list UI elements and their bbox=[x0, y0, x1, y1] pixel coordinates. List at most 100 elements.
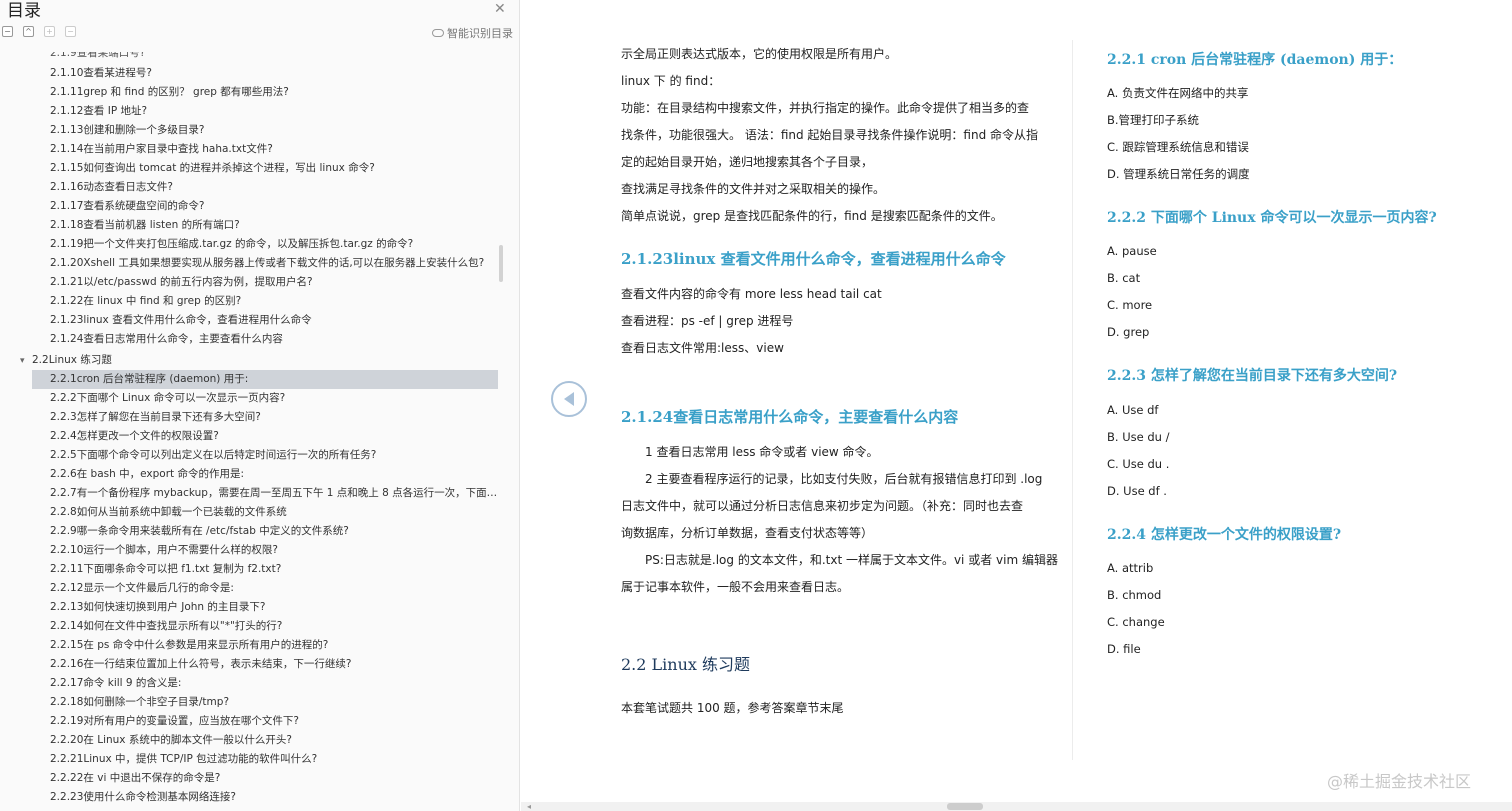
toc-item[interactable]: 2.1.17查看系统硬盘空间的命令? bbox=[32, 197, 498, 216]
toc-item[interactable]: 2.2.11下面哪条命令可以把 f1.txt 复制为 f2.txt? bbox=[32, 560, 498, 579]
option: D. 管理系统日常任务的调度 bbox=[1107, 167, 1250, 181]
toc-item[interactable]: 2.2.20在 Linux 系统中的脚本文件一般以什么开头? bbox=[32, 731, 498, 750]
document-view: 示全局正则表达式版本，它的使用权限是所有用户。 linux 下 的 find： … bbox=[521, 0, 1512, 811]
column-divider bbox=[1072, 40, 1073, 760]
paragraph: 示全局正则表达式版本，它的使用权限是所有用户。 bbox=[621, 47, 898, 61]
paragraph: 查找满足寻找条件的文件并对之采取相关的操作。 bbox=[621, 182, 886, 196]
toc-section-2-2[interactable]: ▾ 2.2Linux 练习题 bbox=[20, 351, 112, 370]
toc-item[interactable]: 2.2.3怎样了解您在当前目录下还有多大空间? bbox=[32, 408, 498, 427]
toc-item[interactable]: 2.2.7有一个备份程序 mybackup，需要在周一至周五下午 1 点和晚上 … bbox=[32, 484, 498, 503]
paragraph: PS:日志就是.log 的文本文件，和.txt 一样属于文本文件。vi 或者 v… bbox=[645, 553, 1058, 567]
toc-item[interactable]: 2.1.19把一个文件夹打包压缩成.tar.gz 的命令，以及解压拆包.tar.… bbox=[32, 235, 498, 254]
question-heading: 2.2.3 怎样了解您在当前目录下还有多大空间? bbox=[1107, 368, 1398, 384]
horizontal-scrollbar[interactable]: ◂ bbox=[521, 802, 1512, 811]
option: B. Use du / bbox=[1107, 430, 1170, 444]
question-heading: 2.2.2 下面哪个 Linux 命令可以一次显示一页内容? bbox=[1107, 210, 1437, 226]
toc-item[interactable]: 2.2.10运行一个脚本，用户不需要什么样的权限? bbox=[32, 541, 498, 560]
toc-item[interactable]: 2.1.15如何查询出 tomcat 的进程并杀掉这个进程，写出 linux 命… bbox=[32, 159, 498, 178]
paragraph: linux 下 的 find： bbox=[621, 74, 721, 88]
expand-all-icon[interactable]: ^ bbox=[23, 26, 34, 37]
option: C. Use du . bbox=[1107, 457, 1170, 471]
heading-2-1-24: 2.1.24查看日志常用什么命令，主要查看什么内容 bbox=[621, 408, 959, 426]
option: D. file bbox=[1107, 642, 1141, 656]
smart-toc-button[interactable]: 智能识别目录 bbox=[432, 25, 513, 41]
toc-item[interactable]: 2.1.20Xshell 工具如果想要实现从服务器上传或者下载文件的话,可以在服… bbox=[32, 254, 498, 273]
option: A. 负责文件在网络中的共享 bbox=[1107, 86, 1249, 100]
eye-icon bbox=[432, 29, 444, 37]
scrollbar-thumb[interactable] bbox=[947, 803, 983, 810]
toc-item[interactable]: 2.2.8如何从当前系统中卸载一个已装载的文件系统 bbox=[32, 503, 498, 522]
previous-page-button[interactable] bbox=[551, 381, 587, 417]
toc-item[interactable]: 2.1.10查看某进程号? bbox=[32, 64, 498, 83]
toc-item[interactable]: 2.2.18如何删除一个非空子目录/tmp? bbox=[32, 693, 498, 712]
toc-item[interactable]: 2.2.21Linux 中，提供 TCP/IP 包过滤功能的软件叫什么? bbox=[32, 750, 498, 769]
toc-item[interactable]: 2.2.4怎样更改一个文件的权限设置? bbox=[32, 427, 498, 446]
sidebar-title: 目录 bbox=[7, 1, 41, 21]
option: B. cat bbox=[1107, 271, 1141, 285]
option: C. 跟踪管理系统信息和错误 bbox=[1107, 140, 1249, 154]
toc-item[interactable]: 2.1.16动态查看日志文件? bbox=[32, 178, 498, 197]
paragraph: 本套笔试题共 100 题，参考答案章节末尾 bbox=[621, 701, 844, 715]
toc-item[interactable]: 2.2.2下面哪个 Linux 命令可以一次显示一页内容? bbox=[32, 389, 498, 408]
option: B. chmod bbox=[1107, 588, 1162, 602]
paragraph: 找条件，功能很强大。 语法：find 起始目录寻找条件操作说明：find 命令从… bbox=[621, 128, 1039, 142]
paragraph: 1 查看日志常用 less 命令或者 view 命令。 bbox=[645, 445, 879, 459]
watermark: @稀土掘金技术社区 bbox=[1327, 772, 1472, 791]
option: D. grep bbox=[1107, 325, 1150, 339]
toc-item[interactable]: 2.2.5下面哪个命令可以列出定义在以后特定时间运行一次的所有任务? bbox=[32, 446, 498, 465]
question-heading: 2.2.4 怎样更改一个文件的权限设置? bbox=[1107, 527, 1342, 543]
toc-item[interactable]: 2.1.9查看某端口号? bbox=[32, 52, 498, 61]
toc-item-active[interactable]: 2.2.1cron 后台常驻程序 (daemon) 用于: bbox=[32, 370, 498, 389]
option: A. attrib bbox=[1107, 561, 1154, 575]
toc-sidebar: 目录 ✕ − ^ + − 智能识别目录 2.1.9查看某端口号? 2.1.10查… bbox=[0, 0, 520, 811]
paragraph: 查看文件内容的命令有 more less head tail cat bbox=[621, 287, 882, 301]
sidebar-scrollbar[interactable] bbox=[499, 245, 503, 282]
toc-item[interactable]: 2.2.13如何快速切换到用户 John 的主目录下? bbox=[32, 598, 498, 617]
option: C. change bbox=[1107, 615, 1165, 629]
toc-item[interactable]: 2.2.14如何在文件中查找显示所有以"*"打头的行? bbox=[32, 617, 498, 636]
paragraph: 查看日志文件常用:less、view bbox=[621, 341, 784, 355]
toc-list: 2.1.9查看某端口号? 2.1.10查看某进程号? 2.1.11grep 和 … bbox=[0, 44, 510, 811]
remove-bookmark-icon[interactable]: − bbox=[65, 26, 76, 37]
toc-item[interactable]: 2.1.11grep 和 find 的区别？ grep 都有哪些用法? bbox=[32, 83, 498, 102]
toc-item[interactable]: 2.1.13创建和删除一个多级目录? bbox=[32, 121, 498, 140]
option: C. more bbox=[1107, 298, 1153, 312]
option: A. Use df bbox=[1107, 403, 1159, 417]
collapse-all-icon[interactable]: − bbox=[2, 26, 13, 37]
paragraph: 定的起始目录开始，递归地搜索其各个子目录， bbox=[621, 155, 874, 169]
toc-item[interactable]: 2.2.12显示一个文件最后几行的命令是: bbox=[32, 579, 498, 598]
scroll-left-icon[interactable]: ◂ bbox=[527, 802, 531, 811]
toc-item[interactable]: 2.1.24查看日志常用什么命令，主要查看什么内容 bbox=[32, 330, 498, 349]
toc-item[interactable]: 2.1.14在当前用户家目录中查找 haha.txt文件? bbox=[32, 140, 498, 159]
toc-item[interactable]: 2.1.18查看当前机器 listen 的所有端口? bbox=[32, 216, 498, 235]
question-heading: 2.2.1 cron 后台常驻程序 (daemon) 用于： bbox=[1107, 52, 1403, 68]
paragraph: 功能：在目录结构中搜索文件，并执行指定的操作。此命令提供了相当多的查 bbox=[621, 101, 1030, 115]
toc-item[interactable]: 2.1.23linux 查看文件用什么命令，查看进程用什么命令 bbox=[32, 311, 498, 330]
paragraph: 属于记事本软件，一般不会用来查看日志。 bbox=[621, 580, 850, 594]
paragraph: 2 主要查看程序运行的记录，比如支付失败，后台就有报错信息打印到 .log bbox=[645, 472, 1043, 486]
toc-item[interactable]: 2.2.15在 ps 命令中什么参数是用来显示所有用户的进程的? bbox=[32, 636, 498, 655]
toc-item[interactable]: 2.2.19对所有用户的变量设置，应当放在哪个文件下? bbox=[32, 712, 498, 731]
toc-item[interactable]: 2.2.22在 vi 中退出不保存的命令是? bbox=[32, 769, 498, 788]
paragraph: 简单点说说，grep 是查找匹配条件的行，find 是搜索匹配条件的文件。 bbox=[621, 209, 1003, 223]
paragraph: 查看进程：ps -ef | grep 进程号 bbox=[621, 314, 794, 328]
toc-item[interactable]: 2.2.9哪一条命令用来装载所有在 /etc/fstab 中定义的文件系统? bbox=[32, 522, 498, 541]
toc-section-label: 2.2Linux 练习题 bbox=[32, 354, 112, 366]
toc-item[interactable]: 2.2.17命令 kill 9 的含义是: bbox=[32, 674, 498, 693]
toc-item[interactable]: 2.2.16在一行结束位置加上什么符号，表示未结束，下一行继续? bbox=[32, 655, 498, 674]
add-bookmark-icon[interactable]: + bbox=[44, 26, 55, 37]
option: A. pause bbox=[1107, 244, 1157, 258]
toc-item[interactable]: 2.2.23使用什么命令检测基本网络连接? bbox=[32, 788, 498, 807]
smart-toc-label: 智能识别目录 bbox=[447, 27, 513, 40]
toc-item[interactable]: 2.1.12查看 IP 地址? bbox=[32, 102, 498, 121]
toc-item[interactable]: 2.1.21以/etc/passwd 的前五行内容为例，提取用户名? bbox=[32, 273, 498, 292]
paragraph: 询数据库，分析订单数据，查看支付状态等等） bbox=[621, 526, 874, 540]
heading-2-1-23: 2.1.23linux 查看文件用什么命令，查看进程用什么命令 bbox=[621, 250, 1006, 268]
chevron-down-icon[interactable]: ▾ bbox=[20, 352, 32, 371]
toc-item[interactable]: 2.1.22在 linux 中 find 和 grep 的区别? bbox=[32, 292, 498, 311]
heading-2-2: 2.2 Linux 练习题 bbox=[621, 655, 750, 674]
close-icon[interactable]: ✕ bbox=[494, 1, 506, 17]
option: D. Use df . bbox=[1107, 484, 1167, 498]
toc-item[interactable]: 2.2.6在 bash 中，export 命令的作用是: bbox=[32, 465, 498, 484]
option: B.管理打印子系统 bbox=[1107, 113, 1200, 127]
